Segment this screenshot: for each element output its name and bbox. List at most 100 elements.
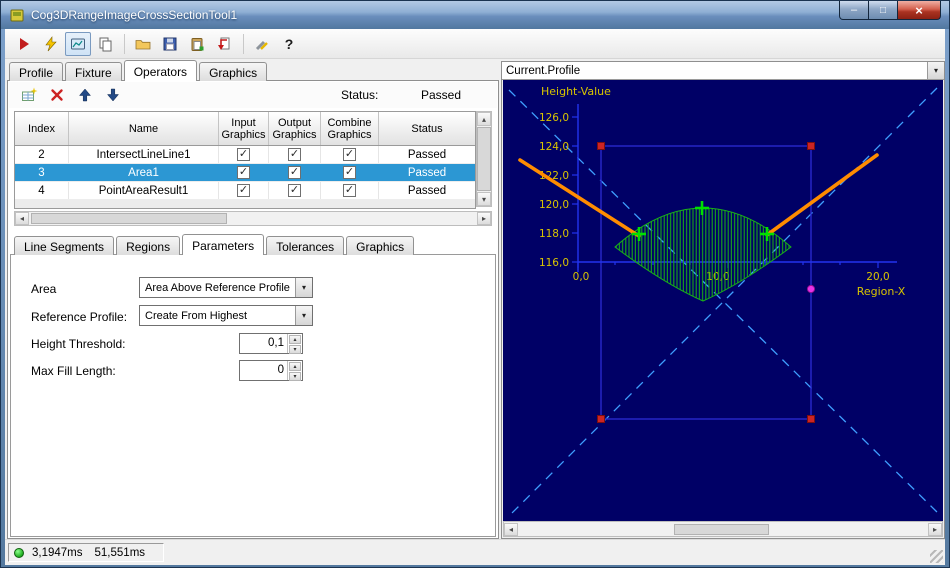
save-file-button[interactable]: [157, 32, 183, 56]
dropdown-arrow-icon[interactable]: ▾: [295, 278, 312, 297]
tool-window: Cog3DRangeImageCrossSectionTool1 – □ × ?…: [0, 0, 950, 568]
dropdown-arrow-icon[interactable]: ▾: [295, 306, 312, 325]
x-tick-label: 0,0: [573, 271, 590, 283]
resize-grip[interactable]: [930, 550, 943, 563]
scroll-left-icon[interactable]: ◂: [504, 522, 518, 536]
check-icon: ✓: [289, 184, 300, 196]
area-label: Area: [31, 282, 57, 296]
help-button[interactable]: ?: [276, 32, 302, 56]
tab-label: Profile: [19, 66, 54, 80]
window-title: Cog3DRangeImageCrossSectionTool1: [31, 8, 238, 22]
delete-operator-button[interactable]: [45, 84, 69, 106]
tab-graphics-sub[interactable]: Graphics: [346, 236, 415, 255]
checkbox-combine-graphics[interactable]: ✓: [343, 184, 356, 197]
open-file-button[interactable]: [130, 32, 156, 56]
max-fill-length-spinner[interactable]: 0 ▴ ▾: [239, 360, 303, 381]
run-once-button[interactable]: [38, 32, 64, 56]
tab-label: Parameters: [192, 239, 255, 253]
tab-tolerances[interactable]: Tolerances: [266, 236, 345, 255]
checkbox-input-graphics[interactable]: ✓: [237, 166, 250, 179]
scroll-right-icon[interactable]: ▸: [477, 212, 491, 225]
reference-profile-label: Reference Profile:: [31, 310, 128, 324]
tab-label: Graphics: [356, 240, 405, 254]
reference-profile-combobox[interactable]: Create From Highest ▾: [139, 305, 313, 326]
checkbox-combine-graphics[interactable]: ✓: [343, 148, 356, 161]
cell-status: Passed: [407, 148, 447, 161]
tab-regions[interactable]: Regions: [116, 236, 181, 255]
cell-index: 2: [15, 146, 69, 163]
table-row[interactable]: 2 IntersectLineLine1 ✓ ✓ ✓ Passed: [15, 146, 475, 164]
minimize-icon: –: [850, 4, 858, 16]
cell-index: 4: [15, 182, 69, 199]
table-horizontal-scrollbar[interactable]: ◂ ▸: [14, 211, 492, 226]
height-threshold-value[interactable]: 0,1: [240, 334, 287, 353]
tab-parameters[interactable]: Parameters: [182, 234, 265, 255]
tool-image-icon: [71, 38, 85, 49]
move-up-button[interactable]: [73, 84, 97, 106]
record-selector[interactable]: Current.Profile ▾: [502, 62, 944, 80]
scroll-right-icon[interactable]: ▸: [928, 522, 942, 536]
check-icon: ✓: [289, 148, 300, 160]
import-button[interactable]: [211, 32, 237, 56]
maximize-button[interactable]: □: [869, 1, 897, 20]
table-row-selected[interactable]: 3 Area1 ✓ ✓ ✓ Passed: [15, 164, 475, 182]
status-bar: 3,1947ms 51,551ms: [5, 539, 945, 565]
minimize-button[interactable]: –: [839, 1, 869, 20]
paste-button[interactable]: [184, 32, 210, 56]
scrollbar-thumb[interactable]: [674, 524, 769, 535]
checkbox-combine-graphics[interactable]: ✓: [343, 166, 356, 179]
table-vertical-scrollbar[interactable]: ▴ ▾: [476, 111, 492, 207]
tab-graphics[interactable]: Graphics: [199, 62, 268, 81]
checkbox-input-graphics[interactable]: ✓: [237, 148, 250, 161]
tab-operators[interactable]: Operators: [123, 60, 198, 81]
scrollbar-thumb[interactable]: [31, 213, 227, 224]
cell-name: Area1: [69, 164, 219, 181]
tab-line-segments[interactable]: Line Segments: [14, 236, 115, 255]
caliper-icon: [255, 40, 268, 50]
lightning-icon: [45, 35, 57, 51]
profile-plot-canvas[interactable]: Height-Value 126,0 124,0 122,0 120,0 118…: [503, 80, 943, 521]
scroll-down-icon[interactable]: ▾: [477, 192, 491, 206]
close-button[interactable]: ×: [897, 1, 941, 20]
spin-down-icon[interactable]: ▾: [289, 372, 301, 381]
spin-up-icon[interactable]: ▴: [289, 362, 301, 371]
max-fill-length-value[interactable]: 0: [240, 361, 287, 380]
area-combobox[interactable]: Area Above Reference Profile ▾: [139, 277, 313, 298]
column-header-input-graphics[interactable]: Input Graphics: [219, 112, 269, 145]
spin-down-icon[interactable]: ▾: [289, 345, 301, 354]
column-header-index[interactable]: Index: [15, 112, 69, 145]
column-header-status[interactable]: Status: [379, 112, 475, 145]
operators-toolbar: Status: Passed: [9, 82, 497, 108]
show-tool-image-button[interactable]: [65, 31, 91, 56]
column-header-combine-graphics[interactable]: Combine Graphics: [321, 112, 379, 145]
table-header-row: Index Name Input Graphics Output Graphic…: [15, 112, 475, 146]
column-header-name[interactable]: Name: [69, 112, 219, 145]
scroll-left-icon[interactable]: ◂: [15, 212, 29, 225]
table-row[interactable]: 4 PointAreaResult1 ✓ ✓ ✓ Passed: [15, 182, 475, 200]
copy-view-button[interactable]: [92, 32, 118, 56]
measure-tool-button[interactable]: [249, 32, 275, 56]
plot-horizontal-scrollbar[interactable]: ◂ ▸: [503, 521, 943, 537]
add-operator-button[interactable]: [17, 84, 41, 106]
status-led-icon: [14, 547, 24, 558]
checkbox-output-graphics[interactable]: ✓: [288, 184, 301, 197]
checkbox-output-graphics[interactable]: ✓: [288, 148, 301, 161]
move-down-button[interactable]: [101, 84, 125, 106]
spin-up-icon[interactable]: ▴: [289, 335, 301, 344]
main-tab-strip: Profile Fixture Operators Graphics: [9, 60, 269, 81]
y-tick-label: 120,0: [539, 199, 569, 211]
scroll-up-icon[interactable]: ▴: [477, 112, 491, 126]
height-threshold-spinner[interactable]: 0,1 ▴ ▾: [239, 333, 303, 354]
scrollbar-thumb[interactable]: [477, 127, 491, 191]
dropdown-arrow-icon[interactable]: ▾: [927, 62, 944, 79]
tab-label: Tolerances: [276, 240, 335, 254]
check-icon: ✓: [238, 166, 249, 178]
run-button[interactable]: [11, 32, 37, 56]
titlebar: Cog3DRangeImageCrossSectionTool1 – □ ×: [1, 1, 949, 29]
checkbox-input-graphics[interactable]: ✓: [237, 184, 250, 197]
checkbox-output-graphics[interactable]: ✓: [288, 166, 301, 179]
tab-fixture[interactable]: Fixture: [65, 62, 122, 81]
tab-label: Fixture: [75, 66, 112, 80]
tab-profile[interactable]: Profile: [9, 62, 64, 81]
column-header-output-graphics[interactable]: Output Graphics: [269, 112, 321, 145]
